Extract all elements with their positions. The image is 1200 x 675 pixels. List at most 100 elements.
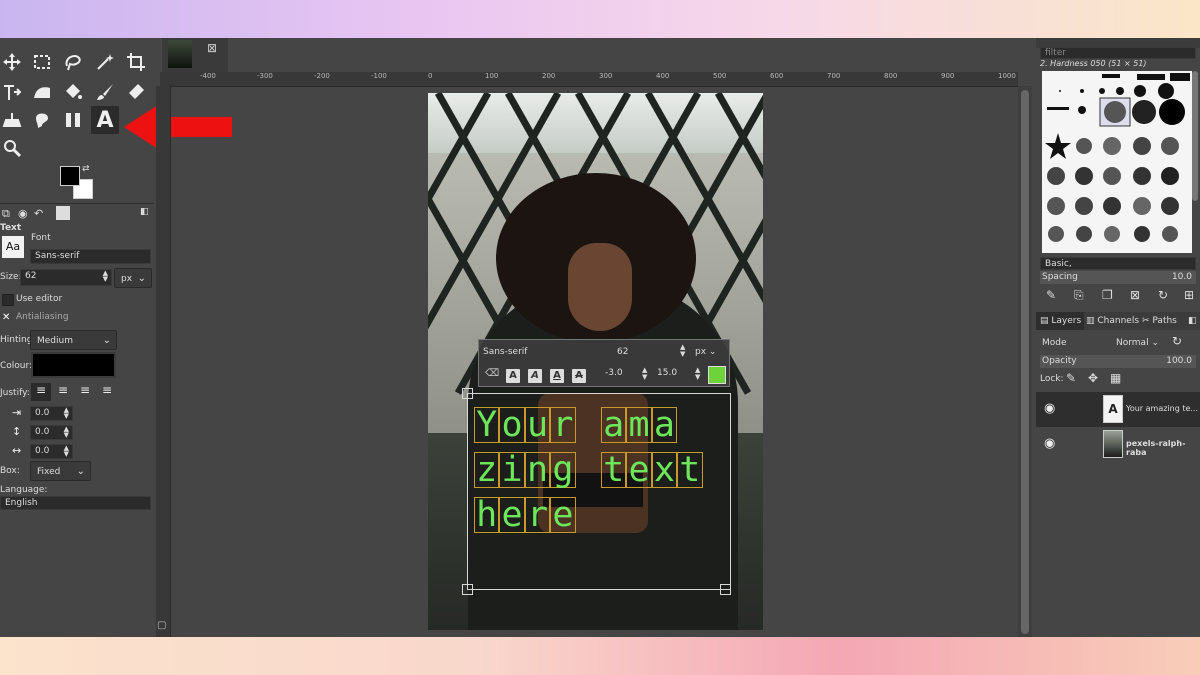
antialiasing-label: Antialiasing bbox=[16, 312, 69, 322]
opacity-slider[interactable]: Opacity 100.0 bbox=[1040, 355, 1196, 368]
new-brush-icon[interactable]: ⎘ bbox=[1074, 288, 1084, 303]
foreground-color-swatch[interactable] bbox=[60, 166, 80, 186]
free-select-icon[interactable] bbox=[61, 50, 85, 74]
brush-scrollbar-thumb[interactable] bbox=[1192, 71, 1198, 201]
brush-grid[interactable] bbox=[1042, 71, 1192, 253]
text-layer-thumbnail: A bbox=[1103, 395, 1123, 423]
move-tool-icon[interactable] bbox=[0, 50, 24, 74]
unified-transform-icon[interactable] bbox=[0, 80, 24, 104]
indent-spinner-icon[interactable]: ▲ ▼ bbox=[64, 407, 69, 420]
text-color-swatch bbox=[709, 367, 725, 383]
text-color-button[interactable] bbox=[708, 366, 726, 384]
italic-button[interactable]: A bbox=[528, 369, 542, 383]
layer-row-text[interactable]: ◉ A Your amazing te... bbox=[1036, 392, 1200, 427]
duplicate-brush-icon[interactable]: ❐ bbox=[1102, 288, 1113, 302]
letter-spacing-spinner-icon[interactable]: ▲ ▼ bbox=[64, 445, 69, 458]
paths-tool-icon[interactable] bbox=[61, 108, 85, 132]
layer-row-photo[interactable]: ◉ pexels-ralph-raba bbox=[1036, 427, 1200, 462]
crop-tool-icon[interactable] bbox=[124, 50, 148, 74]
mode-value: Normal bbox=[1116, 338, 1149, 348]
tab-paths[interactable]: ✂ Paths bbox=[1142, 312, 1177, 330]
underline-button[interactable]: A bbox=[550, 369, 564, 383]
baseline-field[interactable]: -3.0 bbox=[605, 368, 623, 378]
dock-menu-icon[interactable]: ◧ bbox=[140, 207, 149, 217]
fuzzy-select-icon[interactable] bbox=[93, 50, 117, 74]
lock-alpha-icon[interactable]: ▦ bbox=[1110, 371, 1121, 385]
resize-handle-top-left[interactable] bbox=[462, 388, 473, 399]
vertical-scrollbar-thumb[interactable] bbox=[1021, 90, 1029, 634]
kerning-spinner-icon[interactable]: ▲ ▼ bbox=[695, 367, 700, 381]
clear-style-icon[interactable]: ⌫ bbox=[485, 368, 499, 379]
undo-history-tab-icon[interactable]: ↶ bbox=[34, 207, 43, 220]
justify-fill-icon[interactable]: ≡ bbox=[98, 383, 116, 401]
swap-colors-icon[interactable]: ⇄ bbox=[82, 164, 90, 174]
edit-brush-icon[interactable]: ✎ bbox=[1046, 288, 1056, 302]
rect-select-icon[interactable] bbox=[30, 50, 54, 74]
tab-channels[interactable]: ▥ Channels bbox=[1086, 312, 1139, 330]
hinting-select[interactable]: Medium ⌄ bbox=[30, 330, 117, 350]
justify-left-icon[interactable]: ≡ bbox=[31, 383, 51, 401]
delete-brush-icon[interactable]: ⊠ bbox=[1130, 288, 1140, 302]
strikethrough-button[interactable]: A bbox=[572, 369, 586, 383]
letter-spacing-value: 0.0 bbox=[35, 446, 50, 456]
size-field[interactable]: 62 ▲ ▼ bbox=[20, 269, 112, 286]
lock-pixels-icon[interactable]: ✎ bbox=[1066, 371, 1076, 385]
quick-mask-icon[interactable]: ▢ bbox=[157, 620, 169, 632]
brush-filter-input[interactable]: filter bbox=[1040, 47, 1196, 59]
close-tab-icon[interactable]: ⊠ bbox=[207, 41, 217, 55]
editor-size-field[interactable]: 62 ▲ ▼ bbox=[617, 344, 689, 360]
reset-mode-icon[interactable]: ↻ bbox=[1172, 334, 1182, 348]
justify-right-icon[interactable]: ≡ bbox=[54, 383, 72, 401]
bucket-fill-icon[interactable] bbox=[61, 80, 85, 104]
box-mode-select[interactable]: Fixed ⌄ bbox=[30, 461, 91, 481]
line-spacing-spinner-icon[interactable]: ▲ ▼ bbox=[64, 426, 69, 439]
bold-button[interactable]: A bbox=[506, 369, 520, 383]
images-tab-icon[interactable] bbox=[56, 206, 70, 220]
kerning-field[interactable]: 15.0 bbox=[657, 368, 677, 378]
indent-field[interactable]: 0.0 ▲ ▼ bbox=[30, 406, 73, 421]
brush-tag-field[interactable]: Basic, bbox=[1040, 257, 1196, 270]
layer-visibility-eye-icon[interactable]: ◉ bbox=[1044, 436, 1055, 451]
open-brush-as-image-icon[interactable]: ⊞ bbox=[1184, 288, 1194, 302]
editor-unit-select[interactable]: px ⌄ bbox=[695, 344, 727, 360]
editor-size-spinner-icon[interactable]: ▲ ▼ bbox=[680, 344, 685, 358]
zoom-tool-icon[interactable] bbox=[0, 136, 24, 160]
clone-tool-icon[interactable] bbox=[0, 108, 24, 132]
size-spinner-icon[interactable]: ▲ ▼ bbox=[103, 270, 108, 283]
size-unit-select[interactable]: px ⌄ bbox=[114, 268, 152, 288]
paintbrush-icon[interactable] bbox=[93, 80, 117, 104]
spacing-slider[interactable]: Spacing 10.0 bbox=[1040, 271, 1196, 284]
resize-handle-bottom-left[interactable] bbox=[462, 584, 473, 595]
warp-transform-icon[interactable] bbox=[30, 80, 54, 104]
editor-font-field[interactable]: Sans-serif bbox=[483, 344, 613, 360]
glyph-cell: e bbox=[499, 497, 525, 533]
layer-visibility-eye-icon[interactable]: ◉ bbox=[1044, 401, 1055, 416]
eraser-icon[interactable] bbox=[124, 80, 148, 104]
glyph-cell: e bbox=[626, 452, 652, 488]
antialiasing-checkbox[interactable]: ✕ bbox=[2, 312, 10, 323]
letter-spacing-field[interactable]: 0.0 ▲ ▼ bbox=[30, 444, 73, 459]
font-field[interactable]: Sans-serif bbox=[30, 249, 151, 264]
chevron-down-icon: ⌄ bbox=[137, 273, 146, 284]
language-field[interactable]: English bbox=[0, 496, 151, 510]
line-spacing-field[interactable]: 0.0 ▲ ▼ bbox=[30, 425, 73, 440]
tab-layers[interactable]: ▤ Layers bbox=[1040, 312, 1081, 330]
font-preview-button[interactable]: Aa bbox=[2, 236, 24, 258]
use-editor-checkbox[interactable] bbox=[2, 294, 14, 306]
smudge-tool-icon[interactable] bbox=[30, 108, 54, 132]
colour-swatch-button[interactable] bbox=[31, 352, 116, 378]
tool-options-tab-icon[interactable]: ⧉ bbox=[2, 207, 10, 221]
horizontal-ruler[interactable]: -400 -300 -200 -100 0 100 200 300 400 500 600 700 80… bbox=[170, 72, 1018, 87]
tab-layers-label: Layers bbox=[1051, 316, 1082, 326]
spacing-label: Spacing bbox=[1042, 272, 1078, 282]
vertical-ruler[interactable] bbox=[156, 86, 171, 637]
baseline-spinner-icon[interactable]: ▲ ▼ bbox=[642, 367, 647, 381]
device-status-tab-icon[interactable]: ◉ bbox=[18, 207, 28, 220]
refresh-brushes-icon[interactable]: ↻ bbox=[1158, 288, 1168, 302]
justify-center-icon[interactable]: ≡ bbox=[76, 383, 94, 401]
layers-dock-menu-icon[interactable]: ◧ bbox=[1188, 312, 1197, 330]
mode-select[interactable]: Normal ⌄ bbox=[1116, 335, 1172, 351]
resize-handle-bottom-right[interactable] bbox=[720, 584, 731, 595]
text-tool-button[interactable]: A bbox=[91, 106, 119, 134]
lock-position-icon[interactable]: ✥ bbox=[1088, 371, 1098, 385]
